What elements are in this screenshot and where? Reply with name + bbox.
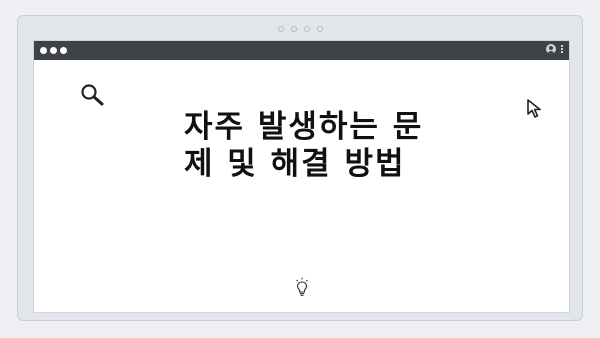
cursor-icon: [527, 99, 541, 118]
user-icon[interactable]: [546, 44, 556, 54]
kebab-menu-icon[interactable]: [561, 45, 563, 53]
carousel-dot-1[interactable]: [277, 26, 284, 32]
carousel-dots: [18, 26, 582, 32]
carousel-dot-4[interactable]: [316, 26, 323, 32]
search-icon: [81, 84, 104, 106]
page-headline: 자주 발생하는 문제 및 해결 방법: [184, 109, 424, 182]
window-controls: [40, 47, 67, 54]
window-dot-3[interactable]: [60, 47, 67, 54]
window-titlebar: [34, 41, 569, 60]
carousel-dot-2[interactable]: [290, 26, 297, 32]
titlebar-actions: [546, 44, 563, 54]
carousel-dot-3[interactable]: [303, 26, 310, 32]
window-dot-1[interactable]: [40, 47, 47, 54]
window-dot-2[interactable]: [50, 47, 57, 54]
lightbulb-icon: [296, 277, 308, 296]
browser-window: 자주 발생하는 문제 및 해결 방법: [33, 40, 570, 313]
